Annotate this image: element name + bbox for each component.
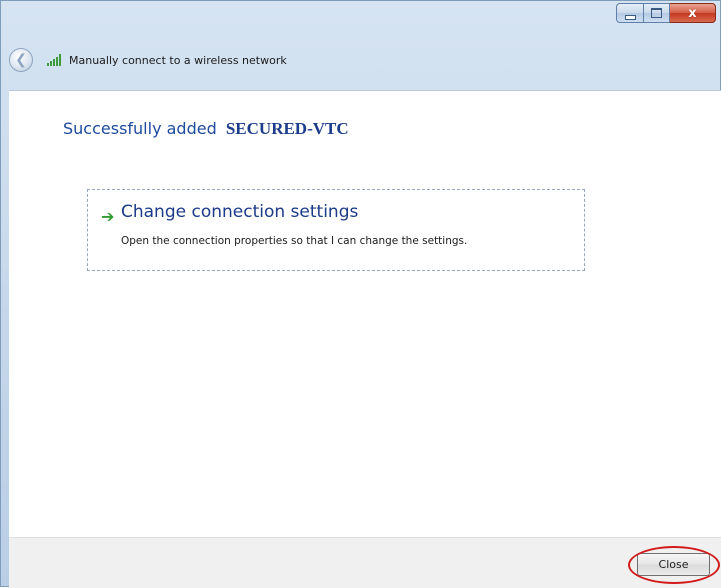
wireless-signal-icon bbox=[47, 54, 63, 66]
content-area: Successfully added SECURED-VTC ➔ Change … bbox=[9, 90, 721, 537]
wizard-title: Manually connect to a wireless network bbox=[69, 53, 287, 67]
close-icon: x bbox=[688, 5, 697, 21]
close-button[interactable]: Close bbox=[637, 553, 710, 576]
green-arrow-icon: ➔ bbox=[101, 207, 115, 226]
minimize-button[interactable] bbox=[616, 3, 644, 23]
title-bar: x bbox=[1, 1, 720, 43]
option-title: Change connection settings bbox=[121, 202, 359, 222]
option-description: Open the connection properties so that I… bbox=[121, 235, 468, 247]
navigation-bar: ❮ Manually connect to a wireless network bbox=[9, 45, 712, 75]
heading-text: Successfully added bbox=[63, 119, 217, 138]
network-name: SECURED-VTC bbox=[225, 119, 349, 138]
dialog-footer: Close bbox=[9, 537, 721, 588]
caption-buttons: x bbox=[616, 3, 716, 25]
change-connection-settings-option[interactable]: ➔ Change connection settings Open the co… bbox=[87, 189, 585, 271]
minimize-icon bbox=[624, 14, 636, 20]
back-button[interactable]: ❮ bbox=[9, 48, 33, 72]
window-close-button[interactable]: x bbox=[670, 3, 716, 23]
maximize-button[interactable] bbox=[644, 3, 670, 23]
maximize-icon bbox=[651, 8, 662, 18]
page-heading: Successfully added SECURED-VTC bbox=[63, 119, 349, 139]
dialog-window: x ❮ Manually connect to a wireless netwo… bbox=[0, 0, 721, 588]
back-arrow-icon: ❮ bbox=[15, 52, 27, 68]
